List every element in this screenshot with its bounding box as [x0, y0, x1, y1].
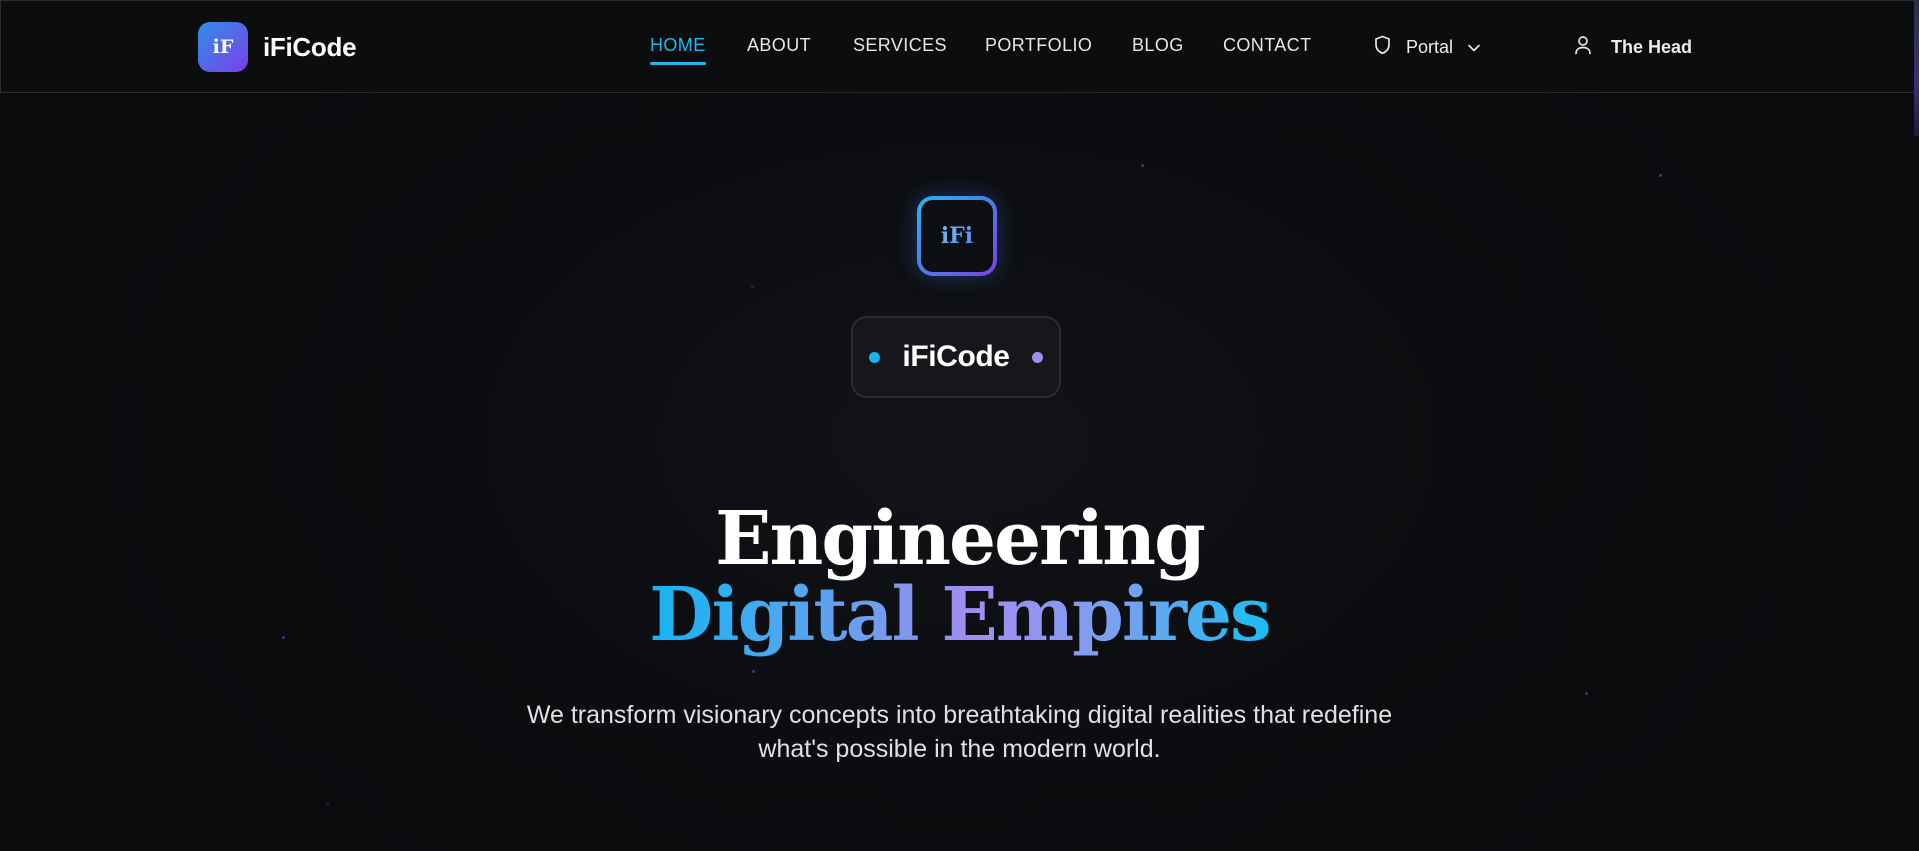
sparkle-dot	[1141, 164, 1144, 167]
subtitle-line2: what's possible in the modern world.	[758, 735, 1161, 763]
portal-label: Portal	[1406, 37, 1454, 57]
page: iF iFiCode HOME ABOUT SERVICES PORTFOLIO…	[0, 0, 1919, 851]
brand-logo-text: iF	[212, 36, 234, 58]
sparkle-dot	[752, 670, 755, 673]
nav-blog[interactable]: BLOG	[1132, 35, 1184, 56]
sparkle-dot	[1659, 174, 1662, 177]
nav-contact[interactable]: CONTACT	[1223, 35, 1311, 56]
brand-name: iFiCode	[263, 31, 357, 62]
headline-line1: Engineering	[715, 496, 1206, 582]
headline-line2: Digital Empires	[0, 573, 1919, 657]
shield-icon	[1374, 35, 1391, 60]
portal-dropdown[interactable]: Portal	[1374, 35, 1481, 60]
subtitle-line1: We transform visionary concepts into bre…	[526, 701, 1393, 729]
sparkle-dot	[326, 803, 329, 806]
scrollbar[interactable]	[1914, 0, 1919, 136]
sparkle-dot	[1585, 692, 1588, 695]
nav-home[interactable]: HOME	[650, 35, 706, 65]
user-menu[interactable]: The Head	[1574, 35, 1692, 60]
chevron-down-icon	[1467, 43, 1481, 53]
pill-dot-left	[869, 351, 881, 363]
nav-services[interactable]: SERVICES	[853, 35, 947, 56]
hero-logo: iFi	[917, 196, 997, 276]
user-icon	[1574, 35, 1592, 60]
navbar: iF iFiCode HOME ABOUT SERVICES PORTFOLIO…	[0, 0, 1919, 93]
user-name: The Head	[1611, 37, 1693, 57]
brand-pill: iFiCode	[851, 316, 1061, 398]
brand-link[interactable]: iF iFiCode	[198, 22, 357, 72]
pill-dot-right	[1031, 351, 1043, 363]
nav-portfolio[interactable]: PORTFOLIO	[985, 35, 1092, 56]
pill-label: iFiCode	[902, 340, 1010, 373]
nav-about[interactable]: ABOUT	[747, 35, 811, 56]
brand-logo: iF	[198, 22, 248, 72]
headline-gradient-text: Digital Empires	[649, 572, 1271, 658]
hero-logo-text: iFi	[940, 223, 974, 249]
sparkle-dot	[751, 285, 754, 288]
